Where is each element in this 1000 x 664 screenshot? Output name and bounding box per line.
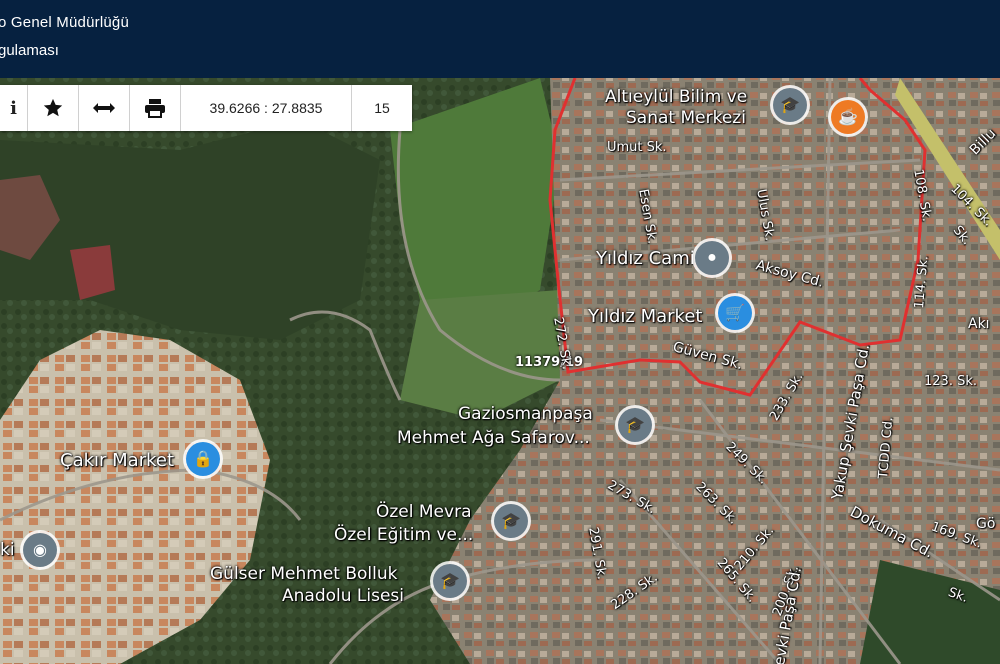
- horizontal-arrows-icon: [93, 103, 115, 113]
- map-toolbar: i 39.6266 : 27.8835 15: [0, 85, 412, 131]
- zoom-level: 15: [374, 100, 390, 116]
- poi-label: ki: [0, 540, 15, 560]
- street-label: 123. Sk.: [924, 374, 977, 389]
- measure-button[interactable]: [79, 85, 130, 131]
- cart-icon[interactable]: 🛒: [718, 296, 752, 330]
- info-icon: i: [10, 97, 17, 119]
- cafe-icon[interactable]: ☕: [831, 100, 865, 134]
- info-button[interactable]: i: [0, 85, 28, 131]
- header-title-line1: o Genel Müdürlüğü: [0, 14, 129, 31]
- mosque-icon[interactable]: ●: [695, 241, 729, 275]
- street-label: Akı: [968, 316, 990, 332]
- pin-icon[interactable]: ◉: [23, 533, 57, 567]
- school-icon[interactable]: 🎓: [494, 504, 528, 538]
- coordinates-display: 39.6266 : 27.8835: [181, 85, 352, 131]
- bag-icon[interactable]: 🔒: [186, 442, 220, 476]
- printer-icon: [145, 99, 165, 118]
- school-icon[interactable]: 🎓: [773, 88, 807, 122]
- poi-label: Özel Eğitim ve...: [334, 525, 474, 545]
- poi-label: Sanat Merkezi: [626, 108, 746, 128]
- satellite-map[interactable]: 11379/19 Altıeylül Bilim ve Sanat Merkez…: [0, 78, 1000, 664]
- favorite-button[interactable]: [28, 85, 79, 131]
- poi-label: Yıldız Market: [588, 306, 703, 327]
- poi-label: Anadolu Lisesi: [282, 586, 405, 606]
- app-header: o Genel Müdürlüğü gulaması: [0, 0, 1000, 78]
- poi-label: Çakır Market: [60, 450, 175, 471]
- poi-label: Yıldız Cami: [596, 248, 695, 269]
- poi-label: Gaziosmanpaşa: [458, 404, 593, 424]
- poi-label: Mehmet Ağa Safarov...: [397, 428, 590, 448]
- poi-label: Özel Mevra: [376, 502, 472, 522]
- poi-label: Altıeylül Bilim ve: [605, 87, 748, 107]
- print-button[interactable]: [130, 85, 181, 131]
- street-label: Umut Sk.: [607, 140, 667, 155]
- star-icon: [43, 98, 63, 117]
- header-title-line2: gulaması: [0, 42, 59, 59]
- street-label: Gö: [976, 516, 996, 532]
- school-icon[interactable]: 🎓: [618, 408, 652, 442]
- school-icon[interactable]: 🎓: [433, 564, 467, 598]
- poi-label: Gülser Mehmet Bolluk: [210, 564, 398, 584]
